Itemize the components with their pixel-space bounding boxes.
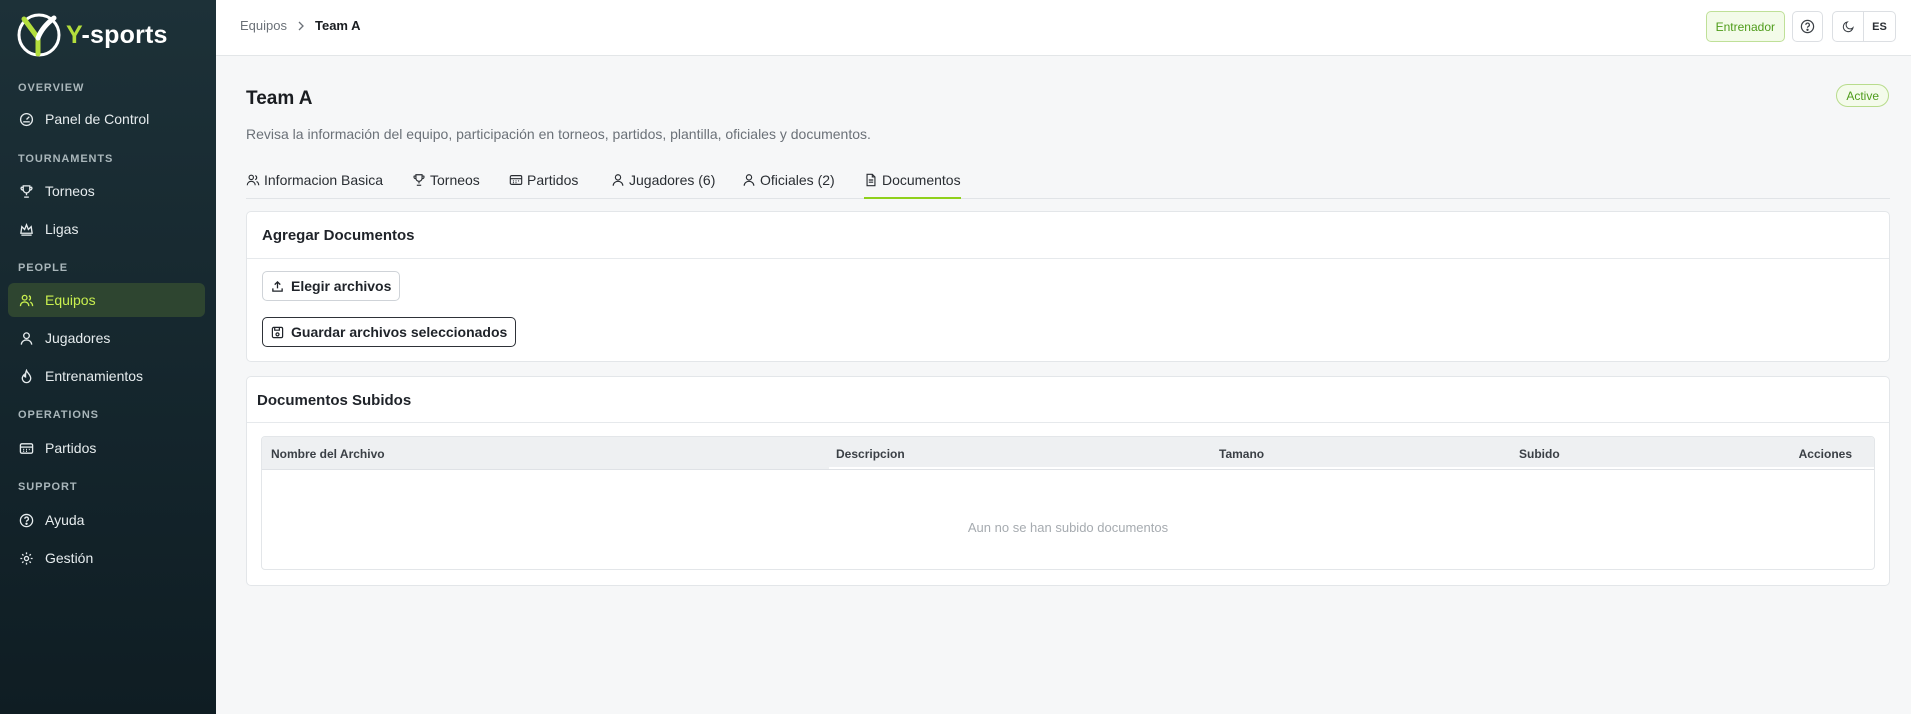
- save-selected-files-button[interactable]: Guardar archivos seleccionados: [262, 317, 517, 347]
- breadcrumb-equipos-link[interactable]: Equipos: [240, 18, 287, 33]
- dashboard-gauge-icon: [19, 112, 34, 126]
- sidebar-item-label: Ayuda: [45, 512, 85, 528]
- sidebar-item-ligas[interactable]: Ligas: [8, 212, 205, 246]
- crown-icon: [20, 222, 33, 236]
- card-divider: [247, 258, 1889, 259]
- tab-label: Jugadores (6): [629, 172, 716, 188]
- add-documents-title: Agregar Documentos: [262, 227, 415, 244]
- sidebar-item-label: Torneos: [45, 183, 95, 199]
- users-icon: [246, 174, 260, 186]
- user-icon: [612, 174, 624, 186]
- team-tabs: Informacion Basica Torneos Partidos Juga…: [246, 170, 1890, 199]
- theme-toggle-button[interactable]: [1833, 12, 1864, 41]
- users-icon: [19, 294, 34, 306]
- column-header-size: Tamano: [1219, 447, 1265, 461]
- top-bar: Equipos Team A Entrenador ES: [216, 0, 1911, 56]
- preferences-group: ES: [1832, 11, 1896, 42]
- save-icon: [271, 326, 284, 338]
- tab-label: Informacion Basica: [264, 172, 384, 188]
- sidebar-item-label: Equipos: [45, 292, 96, 308]
- brand-name: Y-sports: [66, 20, 168, 49]
- gear-icon: [20, 551, 33, 565]
- breadcrumb: Equipos Team A: [240, 18, 361, 33]
- section-people: PEOPLE: [18, 262, 69, 274]
- moon-icon: [1842, 21, 1854, 33]
- choose-files-label: Elegir archivos: [291, 278, 392, 294]
- flame-icon: [21, 368, 32, 383]
- section-overview: OVERVIEW: [18, 82, 85, 94]
- section-operations: OPERATIONS: [18, 409, 99, 421]
- scoreboard-icon: [19, 442, 34, 454]
- tab-partidos[interactable]: Partidos: [509, 170, 578, 199]
- tab-oficiales[interactable]: Oficiales (2): [742, 170, 835, 199]
- status-badge: Active: [1836, 84, 1889, 107]
- column-header-actions: Acciones: [1798, 447, 1852, 461]
- sidebar-item-label: Panel de Control: [45, 111, 150, 127]
- add-documents-card: Agregar Documentos Elegir archivos Guard…: [246, 211, 1890, 362]
- user-icon: [20, 331, 33, 345]
- sidebar: Y-sports OVERVIEW Panel de Control TOURN…: [0, 0, 216, 714]
- sidebar-item-label: Partidos: [45, 440, 97, 456]
- scoreboard-icon: [509, 175, 523, 185]
- card-divider: [247, 422, 1889, 423]
- tab-informacion-basica[interactable]: Informacion Basica: [246, 170, 383, 199]
- column-header-uploaded: Subido: [1519, 447, 1560, 461]
- help-button[interactable]: [1792, 11, 1823, 42]
- help-circle-icon: [19, 513, 34, 527]
- tab-label: Partidos: [527, 172, 579, 188]
- sidebar-item-label: Gestión: [45, 550, 94, 566]
- tab-torneos[interactable]: Torneos: [412, 170, 480, 199]
- sidebar-item-ayuda[interactable]: Ayuda: [8, 503, 205, 537]
- tab-label: Oficiales (2): [760, 172, 835, 188]
- sidebar-item-gestion[interactable]: Gestión: [8, 541, 205, 575]
- upload-icon: [272, 280, 283, 292]
- sidebar-item-label: Jugadores: [45, 330, 111, 346]
- sidebar-item-partidos[interactable]: Partidos: [8, 431, 205, 465]
- user-icon: [743, 174, 755, 186]
- document-icon: [866, 173, 876, 187]
- role-badge: Entrenador: [1705, 11, 1785, 42]
- section-support: SUPPORT: [18, 481, 78, 493]
- tab-jugadores[interactable]: Jugadores (6): [611, 170, 715, 199]
- tab-documentos[interactable]: Documentos: [864, 170, 961, 199]
- tab-label: Torneos: [430, 172, 480, 188]
- header-underline: [829, 467, 1874, 469]
- help-circle-icon: [1800, 19, 1815, 34]
- chevron-right-icon: [298, 21, 304, 30]
- y-sports-logo-icon: [17, 13, 61, 57]
- save-selected-files-label: Guardar archivos seleccionados: [291, 324, 508, 340]
- column-header-file-name: Nombre del Archivo: [271, 447, 385, 461]
- brand-logo[interactable]: Y-sports: [16, 12, 168, 58]
- trophy-icon: [413, 174, 425, 186]
- page-title: Team A: [246, 88, 313, 109]
- page-subtitle: Revisa la información del equipo, partic…: [246, 126, 871, 142]
- sidebar-item-label: Ligas: [45, 221, 79, 237]
- sidebar-item-panel-de-control[interactable]: Panel de Control: [8, 102, 205, 136]
- table-header: Nombre del Archivo Descripcion Tamano Su…: [262, 437, 1874, 470]
- breadcrumb-current: Team A: [314, 18, 361, 33]
- uploaded-documents-title: Documentos Subidos: [257, 392, 412, 409]
- tab-label: Documentos: [882, 172, 961, 188]
- sidebar-item-torneos[interactable]: Torneos: [8, 174, 205, 208]
- empty-state-message: Aun no se han subido documentos: [967, 520, 1169, 535]
- sidebar-item-equipos[interactable]: Equipos: [8, 283, 205, 317]
- section-tournaments: TOURNAMENTS: [18, 153, 114, 165]
- documents-table: Nombre del Archivo Descripcion Tamano Su…: [261, 436, 1875, 570]
- language-toggle-button[interactable]: ES: [1864, 21, 1895, 33]
- column-header-description: Descripcion: [836, 447, 905, 461]
- choose-files-button[interactable]: Elegir archivos: [262, 271, 401, 301]
- sidebar-item-jugadores[interactable]: Jugadores: [8, 321, 205, 355]
- trophy-icon: [20, 184, 33, 198]
- sidebar-item-entrenamientos[interactable]: Entrenamientos: [8, 359, 205, 393]
- sidebar-item-label: Entrenamientos: [45, 368, 144, 384]
